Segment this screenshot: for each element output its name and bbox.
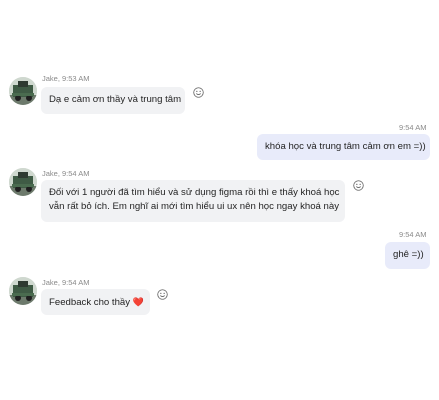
- message-bubble[interactable]: Đối với 1 người đã tìm hiểu và sử dụng f…: [41, 180, 345, 222]
- message-bubble[interactable]: Feedback cho thầy ❤️: [41, 289, 150, 315]
- message-meta: Jake, 9:54 AM: [42, 169, 90, 178]
- avatar[interactable]: [9, 277, 37, 305]
- smiley-reaction-icon[interactable]: [193, 87, 204, 98]
- message-meta: Jake, 9:54 AM: [42, 278, 90, 287]
- message-bubble[interactable]: khóa học và trung tâm cảm ơn em =)): [257, 134, 430, 160]
- avatar[interactable]: [9, 77, 37, 105]
- message-bubble[interactable]: ghê =)): [385, 242, 430, 269]
- message-text: Feedback cho thầy: [49, 297, 131, 308]
- message-text-line: Đối với 1 người đã tìm hiểu và sử dụng f…: [49, 187, 340, 198]
- avatar-image: [9, 168, 37, 196]
- avatar-image: [9, 277, 37, 305]
- message-text: khóa học và trung tâm cảm ơn em =)): [265, 141, 426, 152]
- message-bubble[interactable]: Dạ e cảm ơn thầy và trung tâm: [41, 87, 185, 114]
- message-time: 9:54 AM: [399, 230, 427, 239]
- message-text: ghê =)): [393, 249, 424, 260]
- message-text: Dạ e cảm ơn thầy và trung tâm: [49, 94, 182, 105]
- smiley-reaction-icon[interactable]: [157, 289, 168, 300]
- message-text-line: vẫn rất bỏ ích. Em nghĩ ai mới tìm hiểu …: [49, 201, 340, 212]
- avatar[interactable]: [9, 168, 37, 196]
- smiley-reaction-icon[interactable]: [353, 180, 364, 191]
- message-meta: Jake, 9:53 AM: [42, 74, 90, 83]
- message-time: 9:54 AM: [399, 123, 427, 132]
- heart-emoji-icon: ❤️: [132, 297, 144, 307]
- avatar-image: [9, 77, 37, 105]
